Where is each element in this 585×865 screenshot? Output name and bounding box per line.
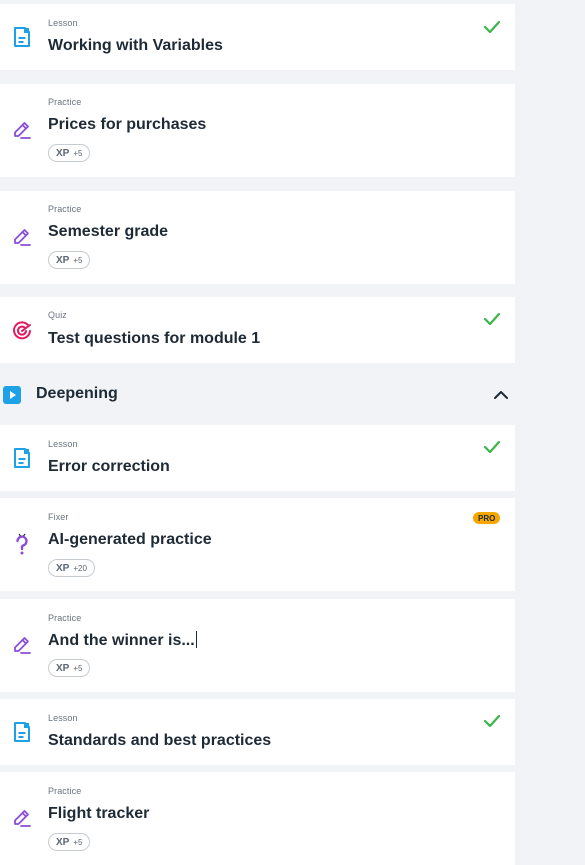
xp-value: +5: [73, 837, 83, 847]
pencil-icon: [14, 122, 31, 139]
xp-badge: XP +5: [48, 659, 91, 677]
xp-value: +5: [73, 663, 83, 673]
list-item[interactable]: Lesson Error correction: [0, 425, 515, 491]
item-title: Semester grade: [48, 223, 169, 240]
play-icon: [3, 386, 21, 404]
item-title: Error correction: [48, 458, 170, 475]
target-icon: [13, 321, 31, 340]
pencil-icon: [14, 637, 31, 654]
item-title: And the winner is...: [48, 631, 197, 650]
item-title: AI-generated practice: [48, 531, 212, 548]
lesson-icon: [14, 27, 30, 47]
checkmark-icon: [483, 312, 501, 326]
item-type: Lesson: [48, 18, 78, 28]
xp-label: XP: [56, 836, 70, 848]
item-type: Practice: [48, 613, 82, 623]
list-item[interactable]: Lesson Working with Variables: [0, 4, 515, 70]
pro-badge: PRO: [473, 512, 501, 524]
checkmark-icon: [483, 714, 501, 728]
section-title: Deepening: [36, 385, 118, 402]
lesson-icon: [14, 448, 30, 468]
list-item[interactable]: Lesson Standards and best practices: [0, 699, 515, 765]
item-type: Fixer: [48, 512, 69, 522]
xp-badge: XP +5: [48, 833, 91, 851]
item-title: Prices for purchases: [48, 116, 207, 133]
question-icon: [16, 533, 28, 555]
item-type: Quiz: [48, 310, 67, 320]
item-type: Lesson: [48, 713, 78, 723]
chevron-up-icon[interactable]: [492, 388, 510, 402]
section-header-deepening[interactable]: Deepening: [0, 364, 515, 424]
xp-badge: XP +20: [48, 559, 95, 577]
text-cursor: [195, 631, 197, 648]
list-item[interactable]: Practice Prices for purchases XP +5: [0, 84, 515, 177]
item-type: Practice: [48, 97, 82, 107]
list-item[interactable]: Fixer AI-generated practice PRO XP +20: [0, 498, 515, 591]
list-item[interactable]: Practice Semester grade XP +5: [0, 191, 515, 284]
checkmark-icon: [483, 440, 501, 454]
xp-label: XP: [56, 562, 70, 574]
pencil-icon: [14, 229, 31, 246]
list-item[interactable]: Practice And the winner is... XP +5: [0, 599, 515, 692]
list-item[interactable]: Quiz Test questions for module 1: [0, 297, 515, 363]
item-type: Lesson: [48, 439, 78, 449]
list-item[interactable]: Practice Flight tracker XP +5: [0, 772, 515, 865]
item-title: Flight tracker: [48, 805, 150, 822]
xp-value: +5: [73, 148, 83, 158]
lesson-list: Lesson Working with Variables Practice P…: [0, 0, 515, 865]
xp-badge: XP +5: [48, 251, 91, 269]
item-title-text: And the winner is...: [48, 632, 195, 649]
item-title: Standards and best practices: [48, 732, 272, 749]
xp-value: +5: [73, 255, 83, 265]
xp-label: XP: [56, 254, 70, 266]
lesson-icon: [14, 722, 30, 742]
item-title: Working with Variables: [48, 37, 223, 54]
pencil-icon: [14, 810, 31, 827]
xp-value: +20: [73, 563, 87, 573]
item-type: Practice: [48, 204, 82, 214]
xp-label: XP: [56, 662, 70, 674]
xp-badge: XP +5: [48, 144, 91, 162]
checkmark-icon: [483, 20, 501, 34]
xp-label: XP: [56, 147, 70, 159]
item-title: Test questions for module 1: [48, 330, 261, 347]
item-type: Practice: [48, 786, 82, 796]
